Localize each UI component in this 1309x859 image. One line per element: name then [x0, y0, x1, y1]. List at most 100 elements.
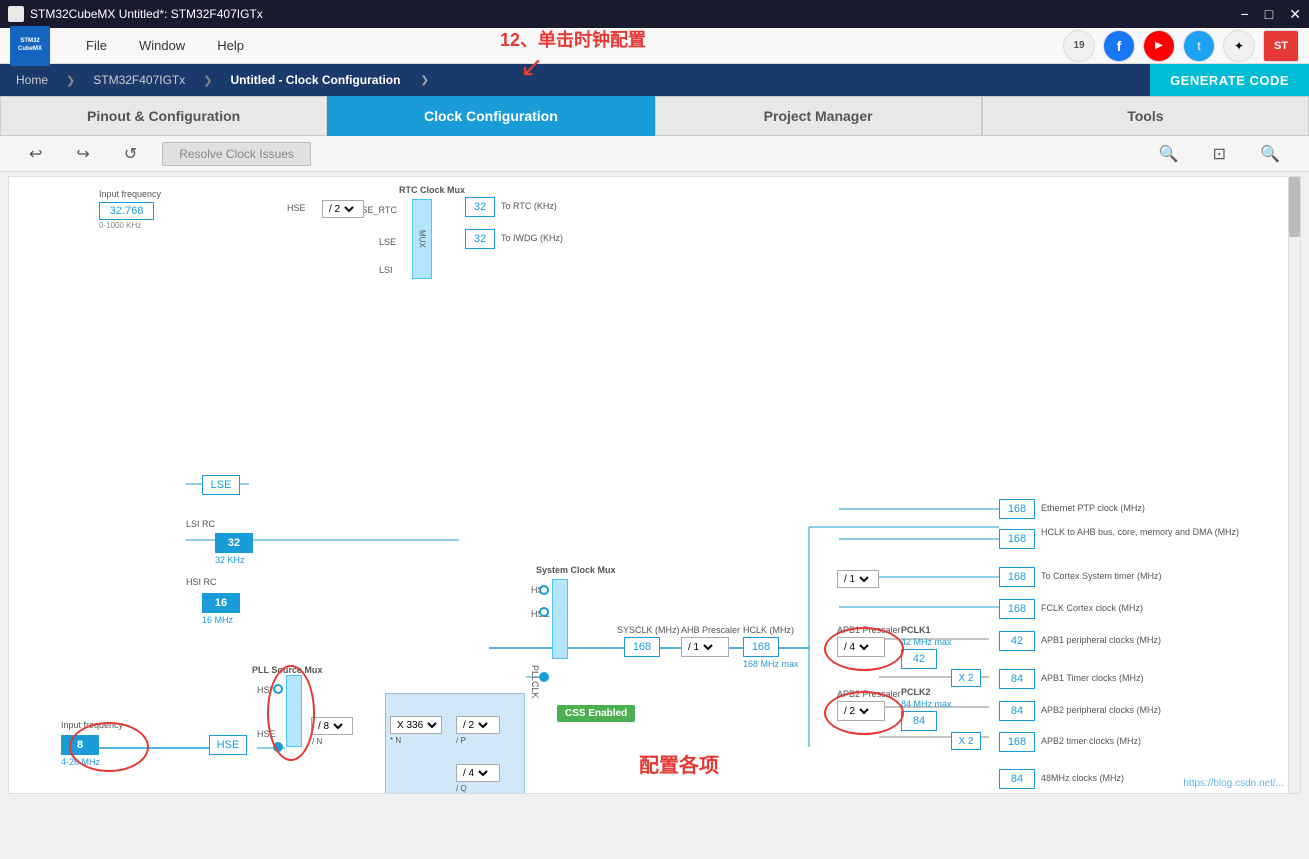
ahb-prescaler-select[interactable]: / 1 [681, 637, 729, 657]
pclk2-value[interactable]: 84 [901, 711, 937, 731]
lse-box[interactable]: LSE [202, 475, 240, 495]
tab-clock[interactable]: Clock Configuration [327, 96, 654, 136]
input-freq2-label: Input frequency [61, 720, 123, 730]
pll-q-label: / Q [456, 784, 467, 793]
apb2-div-dropdown[interactable]: / 2 [840, 705, 872, 718]
pclk1-value[interactable]: 42 [901, 649, 937, 669]
stm32-logo: STM32CubeMX [10, 26, 50, 66]
apb2-periph-value[interactable]: 84 [999, 701, 1035, 721]
pll-q-dropdown[interactable]: / 4 [459, 767, 491, 780]
pll-source-mux-label: PLL Source Mux [252, 665, 322, 675]
hclk-value[interactable]: 168 [743, 637, 779, 657]
pll-source-mux-body[interactable] [286, 675, 302, 747]
lsi-value-box[interactable]: 32 [215, 533, 253, 553]
hclk-ahb-value[interactable]: 168 [999, 529, 1035, 549]
pll-p-dropdown[interactable]: / 2 [459, 719, 491, 732]
rtc-mux-body[interactable]: MUX [412, 199, 432, 279]
pllclk-label: PLLCLK [530, 665, 540, 699]
redo-btn[interactable]: ↪ [67, 139, 98, 169]
sys-mux-body[interactable] [552, 579, 568, 659]
nav-device[interactable]: STM32F407IGTx [77, 64, 201, 96]
tab-pinout[interactable]: Pinout & Configuration [0, 96, 327, 136]
hse-small: HSE [287, 203, 306, 213]
annotation-clock: 12、单击时钟配置 [500, 30, 646, 50]
window-menu[interactable]: Window [123, 32, 201, 59]
pll-n-dropdown[interactable]: / 8 [314, 720, 346, 733]
input-freq1-value[interactable]: 32.768 [99, 202, 154, 220]
undo-btn[interactable]: ↩ [20, 139, 51, 169]
st-logo[interactable]: ST [1263, 30, 1299, 62]
resolve-clock-btn[interactable]: Resolve Clock Issues [162, 142, 311, 166]
zoom-out-btn[interactable]: 🔍 [1251, 139, 1289, 169]
to-iwdg-value[interactable]: 32 [465, 229, 495, 249]
tab-tools[interactable]: Tools [982, 96, 1309, 136]
pll-n-div-select[interactable]: / 8 [311, 717, 353, 735]
apb1-timer-label: APB1 Timer clocks (MHz) [1041, 673, 1144, 683]
tab-project[interactable]: Project Manager [655, 96, 982, 136]
network-icon[interactable]: ✦ [1223, 30, 1255, 62]
lsi-rc-label: LSI RC [186, 519, 215, 529]
cortex-div-dropdown[interactable]: / 1 [840, 573, 872, 586]
apb1-prescaler-select[interactable]: / 4 [837, 637, 885, 657]
config-annotation: 配置各项 [639, 749, 719, 778]
apb2-timer-value[interactable]: 168 [999, 732, 1035, 752]
pll-q-div-select[interactable]: / 4 [456, 764, 500, 782]
radio-hsi-pll[interactable] [273, 684, 283, 694]
pclk2-label: PCLK2 [901, 687, 931, 697]
pll-x-mult-select[interactable]: X 336 [390, 716, 442, 734]
radio-hse-pll[interactable] [273, 742, 283, 752]
scroll-thumb[interactable] [1289, 177, 1300, 237]
cortex-value[interactable]: 168 [999, 567, 1035, 587]
youtube-icon[interactable]: ▶ [1143, 30, 1175, 62]
twitter-icon[interactable]: t [1183, 30, 1215, 62]
nav-home[interactable]: Home [0, 64, 64, 96]
hse-box[interactable]: HSE [209, 735, 247, 755]
nav-clock-config[interactable]: Untitled - Clock Configuration [214, 64, 416, 96]
pll-p-label: / P [456, 736, 466, 745]
facebook-icon[interactable]: f [1103, 30, 1135, 62]
apb1-periph-value[interactable]: 42 [999, 631, 1035, 651]
apb1-div-dropdown[interactable]: / 4 [840, 641, 872, 654]
pll-p-div-select[interactable]: / 2 [456, 716, 500, 734]
clock-diagram: Input frequency 32.768 0-1000 KHz LSE RT… [8, 176, 1301, 794]
lsi-sub: 32 KHz [215, 555, 245, 565]
x2-apb1-box[interactable]: X 2 [951, 669, 981, 687]
reset-btn[interactable]: ↺ [115, 139, 146, 169]
radio-hse-sys[interactable] [539, 607, 549, 617]
rtc-clock-mux-label: RTC Clock Mux [399, 185, 465, 195]
fclk-value[interactable]: 168 [999, 599, 1035, 619]
hse-rtc-div-select[interactable]: / 2 [322, 200, 364, 218]
main-pll-box: X 336 * N / 2 / P / 4 / Q [385, 693, 525, 794]
radio-hsi-sys[interactable] [539, 585, 549, 595]
cortex-div-select[interactable]: / 1 [837, 570, 879, 588]
fit-screen-btn[interactable]: ⊡ [1204, 139, 1235, 169]
close-btn[interactable]: ✕ [1289, 6, 1301, 23]
minimize-btn[interactable]: − [1241, 6, 1249, 23]
eth-ptp-value[interactable]: 168 [999, 499, 1035, 519]
fclk-label: FCLK Cortex clock (MHz) [1041, 603, 1143, 613]
nav-sep2: ❯ [203, 74, 212, 87]
hse-rtc-div-dropdown[interactable]: / 2 [325, 203, 357, 216]
zoom-in-btn[interactable]: 🔍 [1150, 139, 1188, 169]
nav-bar: Home ❯ STM32F407IGTx ❯ Untitled - Clock … [0, 64, 1309, 96]
maximize-btn[interactable]: □ [1265, 6, 1273, 23]
cortex-label: To Cortex System timer (MHz) [1041, 571, 1162, 581]
icon-19[interactable]: 19 [1063, 30, 1095, 62]
x2-apb2-box[interactable]: X 2 [951, 732, 981, 750]
radio-pll-sys[interactable] [539, 672, 549, 682]
hsi-value-box[interactable]: 16 [202, 593, 240, 613]
to-rtc-value[interactable]: 32 [465, 197, 495, 217]
help-menu[interactable]: Help [201, 32, 260, 59]
apb2-prescaler-select[interactable]: / 2 [837, 701, 885, 721]
generate-code-btn[interactable]: GENERATE CODE [1150, 64, 1309, 96]
input-freq2-value[interactable]: 8 [61, 735, 99, 755]
sysclk-value[interactable]: 168 [624, 637, 660, 657]
ahb-div-dropdown[interactable]: / 1 [684, 641, 716, 654]
pclk1-max: 42 MHz max [901, 637, 952, 647]
apb1-timer-value[interactable]: 84 [999, 669, 1035, 689]
pll-x-dropdown[interactable]: X 336 [393, 719, 440, 732]
scroll-bar[interactable] [1288, 177, 1300, 793]
file-menu[interactable]: File [70, 32, 123, 59]
css-enabled-box[interactable]: CSS Enabled [557, 705, 635, 722]
48mhz-value[interactable]: 84 [999, 769, 1035, 789]
